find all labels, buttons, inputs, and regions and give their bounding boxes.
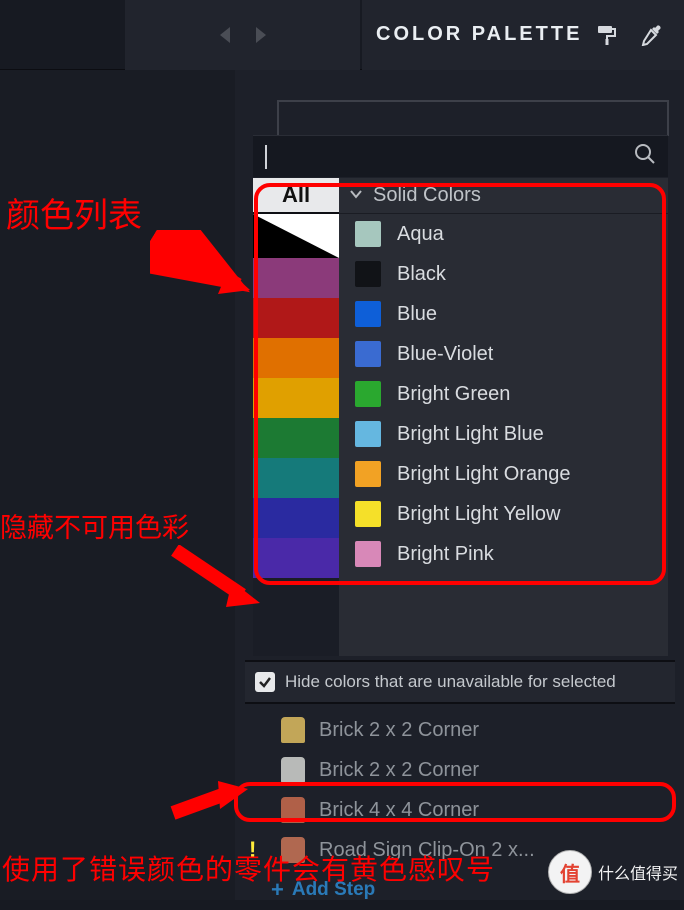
category-swatch[interactable] xyxy=(253,214,339,258)
color-label: Blue-Violet xyxy=(397,343,493,366)
panel-header: COLOR PALETTE xyxy=(362,0,684,70)
hide-unavailable-checkbox[interactable] xyxy=(255,672,275,692)
color-option[interactable]: Black xyxy=(339,254,668,294)
color-option[interactable]: Aqua xyxy=(339,214,668,254)
color-option[interactable]: Bright Light Blue xyxy=(339,414,668,454)
color-label: Bright Pink xyxy=(397,543,494,566)
palette-category-column: All xyxy=(253,178,339,656)
category-swatch[interactable] xyxy=(253,538,339,578)
category-swatch[interactable] xyxy=(253,498,339,538)
category-swatch[interactable] xyxy=(253,338,339,378)
part-label: Brick 4 x 4 Corner xyxy=(319,799,479,822)
color-chip xyxy=(355,221,381,247)
color-palette-panel: All Solid Colors Aqua Black Blue Blue-Viole… xyxy=(235,70,684,900)
panel-title: COLOR PALETTE xyxy=(376,23,596,46)
dropdown-outline xyxy=(277,100,669,136)
color-option[interactable]: Blue xyxy=(339,294,668,334)
annotation-arrow-2 xyxy=(170,545,260,615)
nav-button-group xyxy=(125,0,360,70)
category-swatch[interactable] xyxy=(253,458,339,498)
palette-color-column: Solid Colors Aqua Black Blue Blue-Violet Bri… xyxy=(339,178,668,656)
color-label: Bright Green xyxy=(397,383,510,406)
color-label: Bright Light Yellow xyxy=(397,503,560,526)
watermark-text: 什么值得买 xyxy=(598,860,678,884)
chevron-down-icon xyxy=(349,184,363,207)
color-chip xyxy=(355,541,381,567)
category-swatch[interactable] xyxy=(253,258,339,298)
category-swatch[interactable] xyxy=(253,418,339,458)
category-swatch[interactable] xyxy=(253,378,339,418)
top-toolbar: COLOR PALETTE xyxy=(0,0,684,70)
color-label: Blue xyxy=(397,303,437,326)
color-label: Aqua xyxy=(397,223,444,246)
color-search-input[interactable] xyxy=(253,135,668,177)
hide-unavailable-label: Hide colors that are unavailable for sel… xyxy=(285,672,616,692)
category-swatch[interactable] xyxy=(253,298,339,338)
annotation-text-3: 使用了错误颜色的零件会有黄色感叹号 xyxy=(2,848,495,888)
part-row[interactable]: Brick 4 x 4 Corner xyxy=(235,790,684,830)
brick-icon xyxy=(281,797,305,823)
watermark: 值 什么值得买 xyxy=(548,850,678,894)
color-label: Bright Light Blue xyxy=(397,423,544,446)
nav-back-button[interactable] xyxy=(218,25,234,45)
color-option[interactable]: Bright Pink xyxy=(339,534,668,574)
color-chip xyxy=(355,501,381,527)
annotation-arrow-3 xyxy=(168,773,248,823)
color-option[interactable]: Blue-Violet xyxy=(339,334,668,374)
color-chip xyxy=(355,341,381,367)
part-label: Brick 2 x 2 Corner xyxy=(319,759,479,782)
color-chip xyxy=(355,461,381,487)
nav-forward-button[interactable] xyxy=(252,25,268,45)
search-icon xyxy=(634,143,656,170)
color-label: Black xyxy=(397,263,446,286)
color-option[interactable]: Bright Green xyxy=(339,374,668,414)
brick-icon xyxy=(281,717,305,743)
eyedropper-icon[interactable] xyxy=(640,24,662,46)
category-all-tab[interactable]: All xyxy=(253,178,339,214)
color-option[interactable]: Bright Light Yellow xyxy=(339,494,668,534)
part-label: Brick 2 x 2 Corner xyxy=(319,719,479,742)
paint-roller-icon[interactable] xyxy=(596,24,618,46)
part-row[interactable]: Brick 2 x 2 Corner xyxy=(235,710,684,750)
annotation-text-2: 隐藏不可用色彩 xyxy=(0,506,189,545)
hide-unavailable-row[interactable]: Hide colors that are unavailable for sel… xyxy=(245,660,675,704)
color-chip xyxy=(355,301,381,327)
brick-icon xyxy=(281,757,305,783)
annotation-text-1: 颜色列表 xyxy=(6,188,142,237)
color-chip xyxy=(355,421,381,447)
color-label: Bright Light Orange xyxy=(397,463,570,486)
palette-dropdown: All Solid Colors Aqua Black Blue Blue-Viole… xyxy=(253,178,668,656)
color-chip xyxy=(355,261,381,287)
color-chip xyxy=(355,381,381,407)
part-row[interactable]: Brick 2 x 2 Corner xyxy=(235,750,684,790)
color-option[interactable]: Bright Light Orange xyxy=(339,454,668,494)
annotation-arrow-1 xyxy=(150,230,250,300)
color-group-header[interactable]: Solid Colors xyxy=(339,178,668,214)
watermark-logo: 值 xyxy=(548,850,592,894)
group-header-label: Solid Colors xyxy=(373,184,481,207)
